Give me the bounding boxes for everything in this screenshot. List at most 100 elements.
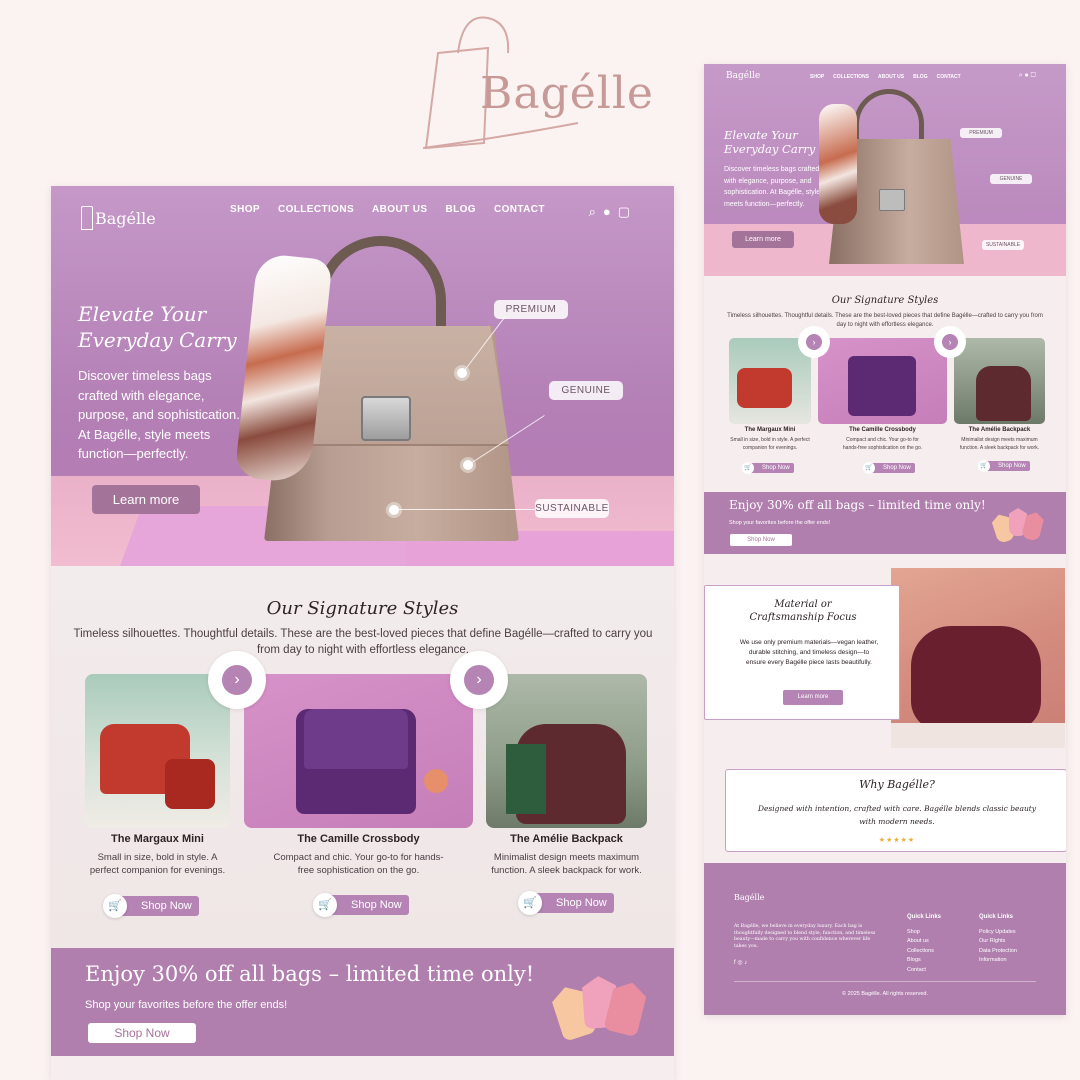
discount-tags-icon [992,498,1047,548]
cart-icon: 🛒 [103,894,127,918]
nav-link-blog[interactable]: BLOG [913,74,927,80]
footer-link-rights[interactable]: Our Rights [979,937,1017,947]
carousel-arrow-button[interactable]: › [450,651,508,709]
why-title: Why Bagélle? [859,778,935,791]
callout-dot [389,505,399,515]
search-icon[interactable]: ⌕ [589,204,596,220]
lock-icon [361,396,411,441]
brand-wordmark: Bagélle [480,68,654,119]
section-title: Our Signature Styles [266,598,459,619]
shop-now-button[interactable]: 🛒 Shop Now [978,460,1030,472]
shop-now-button[interactable]: 🛒 Shop Now [742,462,794,474]
learn-more-button[interactable]: Learn more [732,231,794,248]
hero-description: Discover timeless bags crafted with eleg… [724,166,821,208]
carousel-arrow-button[interactable]: › [798,326,830,358]
product-image[interactable] [729,338,811,424]
cart-icon: 🛒 [978,460,990,472]
product-name[interactable]: The Margaux Mini [729,427,811,433]
mobile-mockup: Bagélle SHOP COLLECTIONS ABOUT US BLOG C… [704,64,1066,1015]
section-title: Our Signature Styles [831,295,939,306]
bag-logo-icon [81,206,93,230]
product-name[interactable]: The Margaux Mini [85,833,230,845]
nav-link-shop[interactable]: SHOP [810,74,824,80]
hero-title: Elevate Your Everyday Carry [78,302,237,352]
product-description: Small in size, bold in style. A perfect … [89,852,226,876]
cart-icon[interactable]: ▢ [1031,72,1036,79]
product-image[interactable] [244,674,473,828]
nav-link-blog[interactable]: BLOG [445,204,476,215]
discount-tags-icon [551,958,651,1048]
material-description: We use only premium materials—vegan leat… [739,639,879,666]
user-icon[interactable]: ● [603,204,611,220]
product-image[interactable] [818,338,947,424]
footer-logo[interactable]: Bagélle [734,893,764,902]
footer-col-title: Quick Links [979,914,1014,920]
footer-link-about[interactable]: About us [907,937,941,947]
desktop-mockup: Bagélle SHOP COLLECTIONS ABOUT US BLOG C… [51,186,674,1080]
nav-link-collections[interactable]: COLLECTIONS [833,74,869,80]
nav-link-about-us[interactable]: ABOUT US [372,204,427,215]
hero-handbag-image [819,89,969,269]
callout-genuine: GENUINE [990,174,1032,184]
footer-link-collections[interactable]: Collections [907,947,941,957]
nav-link-shop[interactable]: SHOP [230,204,260,215]
learn-more-button[interactable]: Learn more [92,485,200,514]
nav-logo[interactable]: Bagélle [726,71,760,81]
cart-icon[interactable]: ▢ [618,204,630,220]
chevron-right-icon: › [806,334,822,350]
product-name[interactable]: The Camille Crossbody [818,427,947,433]
product-image[interactable] [85,674,230,828]
cart-icon: 🛒 [863,462,875,474]
hero-section: Bagélle SHOP COLLECTIONS ABOUT US BLOG C… [704,64,1066,276]
footer-link-policy[interactable]: Policy Updates [979,928,1017,938]
product-name[interactable]: The Amélie Backpack [954,427,1045,433]
footer-link-shop[interactable]: Shop [907,928,941,938]
nav-logo[interactable]: Bagélle [81,206,156,230]
product-name[interactable]: The Amélie Backpack [486,833,647,845]
product-image[interactable] [954,338,1045,424]
carousel-arrow-button[interactable]: › [208,651,266,709]
promo-shop-now-button[interactable]: Shop Now [730,534,792,546]
product-name[interactable]: The Camille Crossbody [244,833,473,845]
section-subtitle: Timeless silhouettes. Thoughtful details… [73,628,653,656]
footer: Bagélle At Bagélle, we believe in everyd… [704,863,1066,1015]
product-description: Compact and chic. Your go-to for hands-f… [273,852,444,876]
social-icons[interactable]: f ◎ ♪ [734,959,747,966]
footer-col-title: Quick Links [907,914,942,920]
footer-link-information[interactable]: Information [979,956,1017,966]
hero-section: Bagélle SHOP COLLECTIONS ABOUT US BLOG C… [51,186,674,566]
promo-banner: Enjoy 30% off all bags – limited time on… [51,948,674,1056]
user-icon[interactable]: ● [1024,72,1028,79]
footer-link-data-protection[interactable]: Data Protection [979,947,1017,957]
product-description: Minimalist design meets maximum function… [959,437,1040,451]
nav-link-contact[interactable]: CONTACT [937,74,961,80]
product-description: Minimalist design meets maximum function… [491,852,642,876]
cart-icon: 🛒 [313,893,337,917]
brand-logo: Bagélle [418,8,658,158]
footer-link-blogs[interactable]: Blogs [907,956,941,966]
promo-banner: Enjoy 30% off all bags – limited time on… [704,492,1066,554]
nav-link-about-us[interactable]: ABOUT US [878,74,904,80]
shop-now-button[interactable]: 🛒 Shop Now [103,894,199,918]
product-image[interactable] [486,674,647,828]
section-subtitle: Timeless silhouettes. Thoughtful details… [727,313,1043,328]
search-icon[interactable]: ⌕ [1019,72,1023,79]
shop-now-button[interactable]: 🛒 Shop Now [313,893,409,917]
material-learn-more-button[interactable]: Learn more [783,690,843,705]
shop-now-button[interactable]: 🛒 Shop Now [518,891,614,915]
hero-title: Elevate Your Everyday Carry [724,128,816,156]
material-card: Material or Craftsmanship Focus We use o… [704,585,900,720]
callout-sustainable: SUSTAINABLE [982,240,1024,250]
promo-subtitle: Shop your favorites before the offer end… [729,520,831,526]
carousel-arrow-button[interactable]: › [934,326,966,358]
promo-title: Enjoy 30% off all bags – limited time on… [729,498,986,512]
promo-title: Enjoy 30% off all bags – limited time on… [85,962,535,986]
chevron-right-icon: › [464,665,494,695]
nav-link-contact[interactable]: CONTACT [494,204,545,215]
chevron-right-icon: › [942,334,958,350]
shop-now-button[interactable]: 🛒 Shop Now [863,462,915,474]
footer-link-contact[interactable]: Contact [907,966,941,976]
material-title: Material or Craftsmanship Focus [749,599,857,623]
promo-shop-now-button[interactable]: Shop Now [88,1023,196,1043]
nav-link-collections[interactable]: COLLECTIONS [278,204,354,215]
